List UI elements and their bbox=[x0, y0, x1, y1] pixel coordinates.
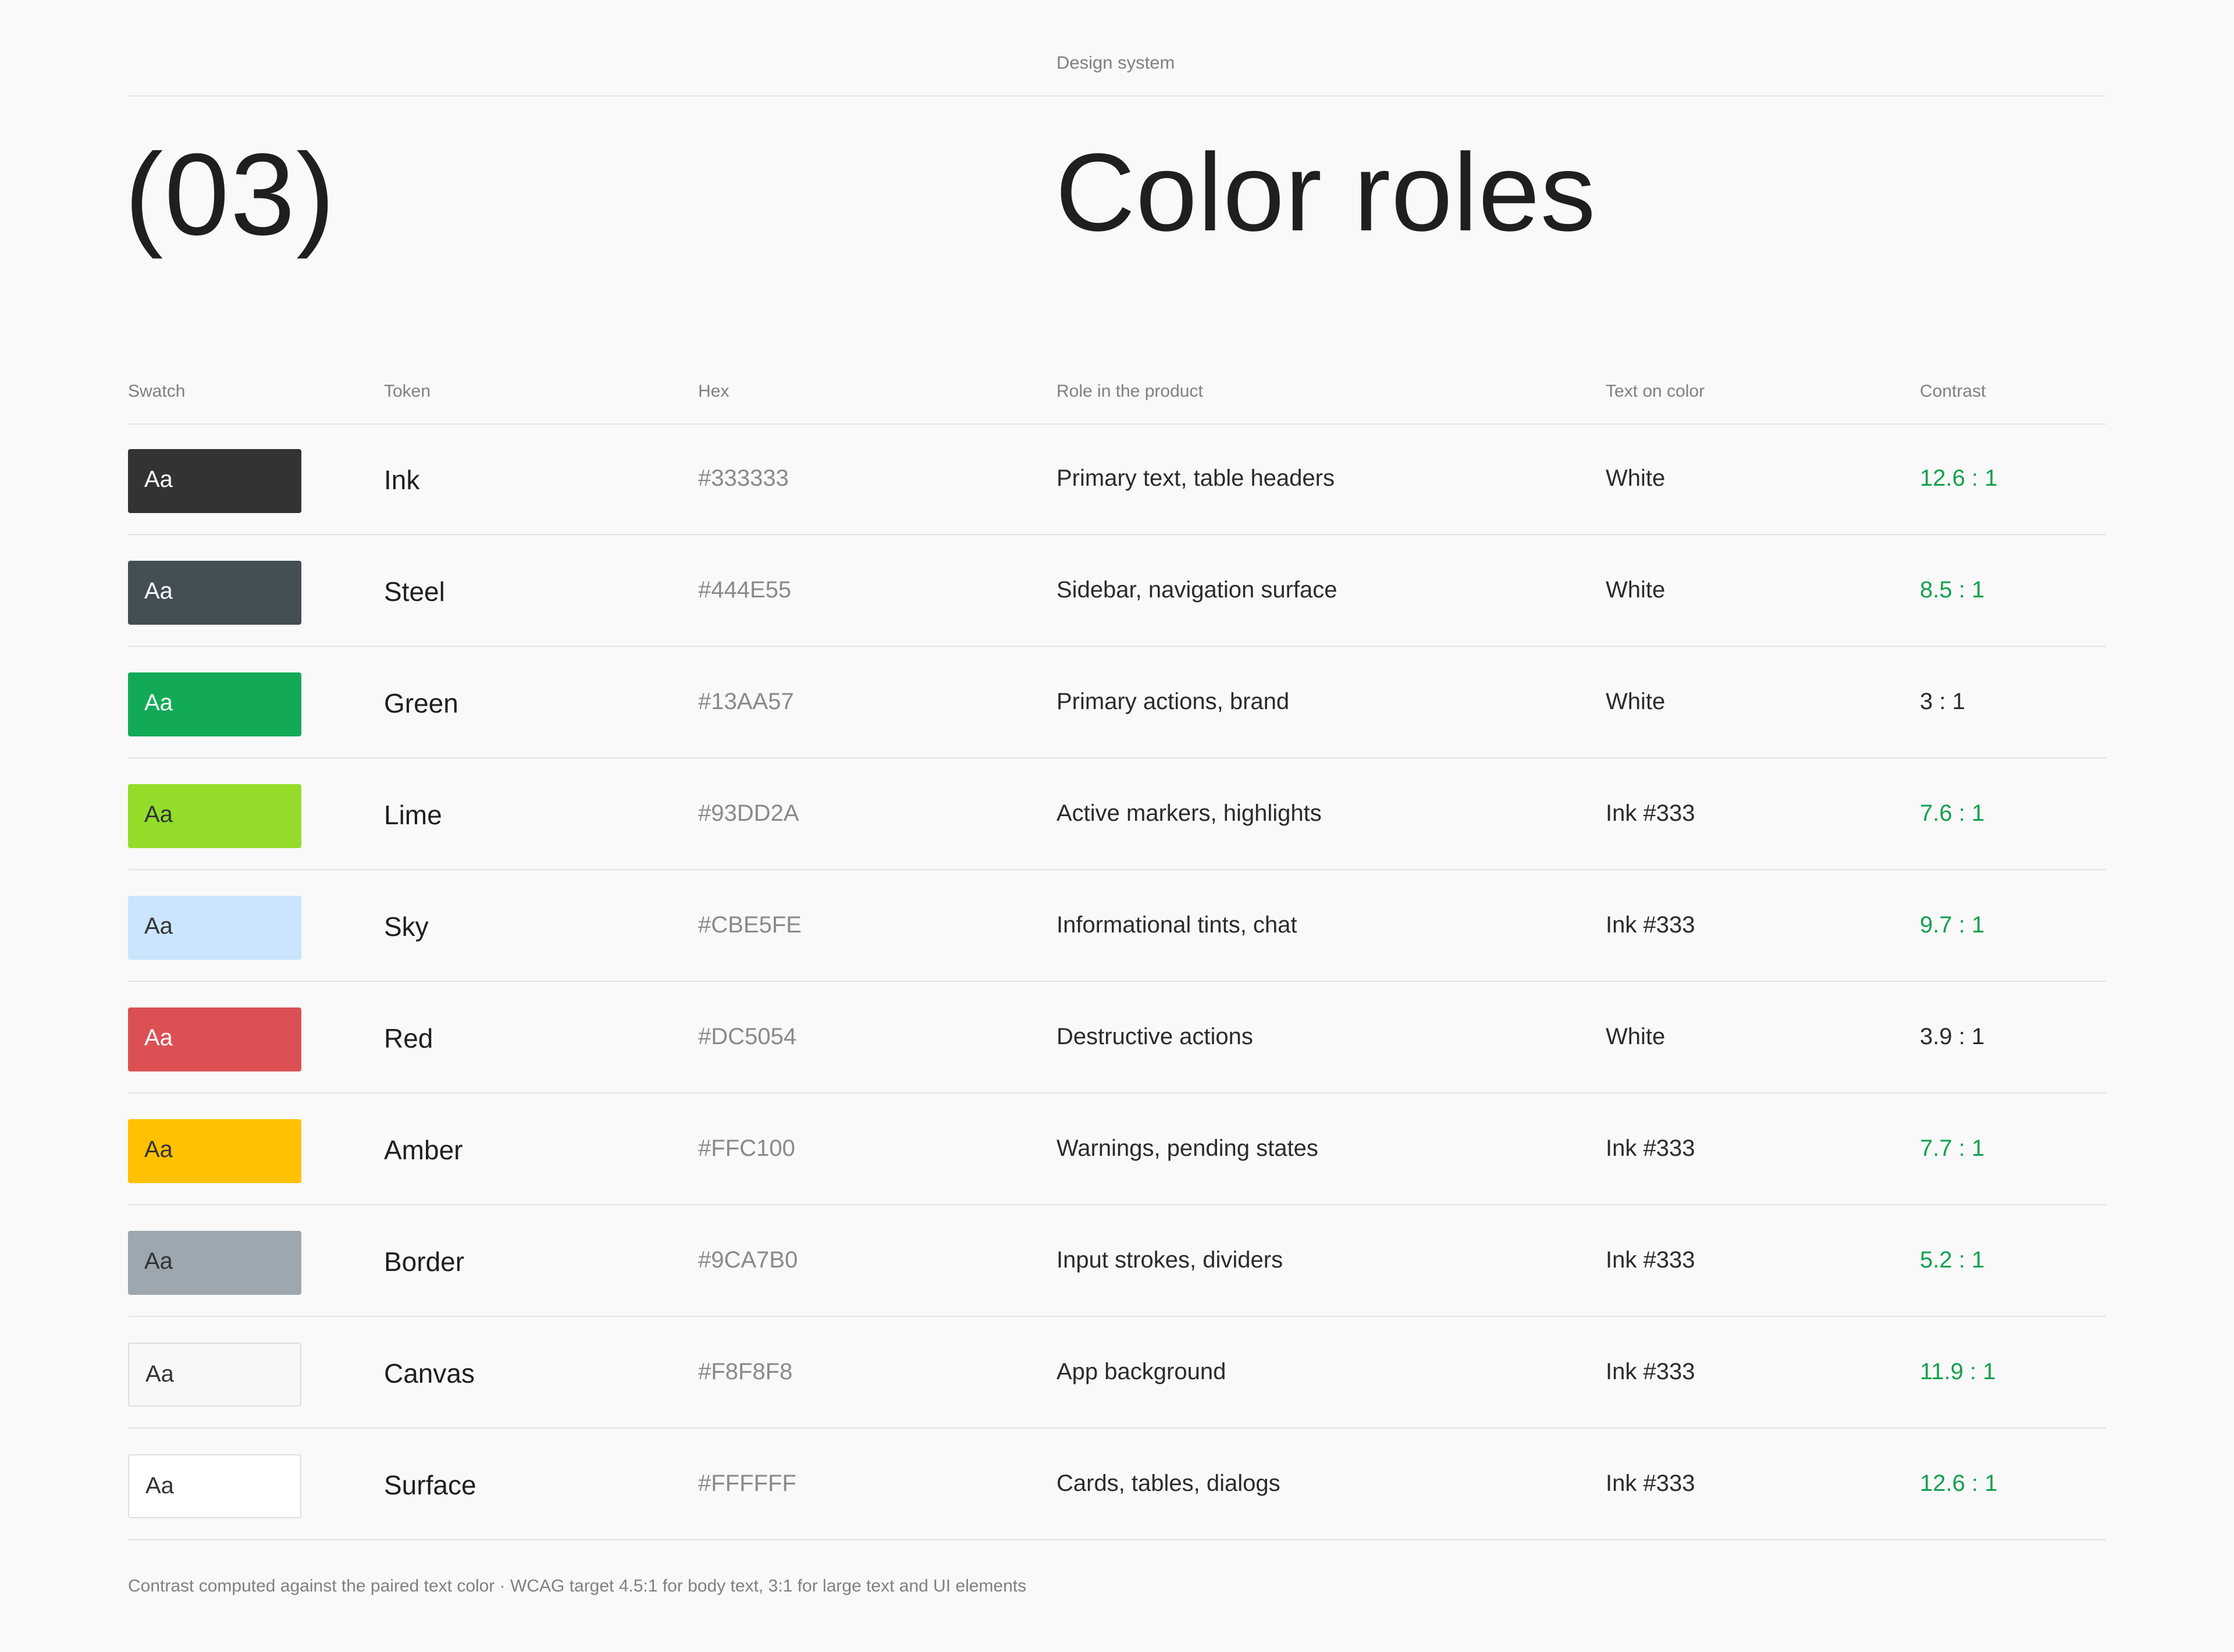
color-swatch: Aa bbox=[128, 1119, 301, 1183]
contrast-ratio: 3.9 : 1 bbox=[1920, 1024, 1985, 1049]
top-bar: Design system bbox=[128, 50, 2106, 97]
color-swatch: Aa bbox=[128, 672, 301, 736]
token-name: Border bbox=[384, 1247, 465, 1277]
text-on-color: Ink #333 bbox=[1606, 1135, 1695, 1161]
swatch-sample-text: Aa bbox=[144, 913, 173, 939]
swatch-sample-text: Aa bbox=[144, 1248, 173, 1274]
column-header-token: Token bbox=[384, 382, 431, 401]
table-row: Aa Ink #333333 Primary text, table headers W… bbox=[128, 423, 2106, 535]
table-row: Aa Steel #444E55 Sidebar, navigation surfac… bbox=[128, 535, 2106, 647]
hex-value: #9CA7B0 bbox=[698, 1247, 798, 1273]
contrast-ratio: 7.7 : 1 bbox=[1920, 1135, 1985, 1161]
role-description: Informational tints, chat bbox=[1056, 912, 1297, 938]
color-swatch: Aa bbox=[128, 449, 301, 513]
hex-value: #333333 bbox=[698, 465, 789, 491]
text-on-color: Ink #333 bbox=[1606, 1247, 1695, 1273]
page-title: Color roles bbox=[1055, 131, 1596, 254]
table-row: Aa Red #DC5054 Destructive actions White 3.9 … bbox=[128, 982, 2106, 1094]
token-name: Canvas bbox=[384, 1358, 475, 1388]
contrast-ratio: 11.9 : 1 bbox=[1920, 1359, 1996, 1384]
color-swatch: Aa bbox=[128, 784, 301, 848]
token-name: Amber bbox=[384, 1135, 463, 1165]
contrast-ratio: 8.5 : 1 bbox=[1920, 577, 1985, 603]
token-name: Red bbox=[384, 1023, 433, 1053]
column-header-contrast: Contrast bbox=[1920, 382, 1986, 401]
hex-value: #CBE5FE bbox=[698, 912, 802, 938]
swatch-sample-text: Aa bbox=[144, 578, 173, 604]
text-on-color: White bbox=[1606, 577, 1666, 603]
table-row: Aa Sky #CBE5FE Informational tints, chat Ink… bbox=[128, 870, 2106, 982]
text-on-color: White bbox=[1606, 689, 1666, 714]
table-header: Swatch Token Hex Role in the product Tex… bbox=[128, 372, 2106, 425]
swatch-sample-text: Aa bbox=[144, 802, 173, 827]
hex-value: #13AA57 bbox=[698, 689, 794, 714]
contrast-ratio: 12.6 : 1 bbox=[1920, 465, 1998, 491]
contrast-ratio: 5.2 : 1 bbox=[1920, 1247, 1985, 1273]
contrast-ratio: 12.6 : 1 bbox=[1920, 1471, 1998, 1496]
contrast-ratio: 7.6 : 1 bbox=[1920, 800, 1985, 826]
footnote: Contrast computed against the paired tex… bbox=[128, 1576, 1027, 1596]
table-row: Aa Canvas #F8F8F8 App background Ink #333 11.… bbox=[128, 1317, 2106, 1429]
text-on-color: Ink #333 bbox=[1606, 912, 1695, 938]
token-name: Steel bbox=[384, 576, 445, 607]
token-name: Sky bbox=[384, 912, 429, 942]
table-row: Aa Lime #93DD2A Active markers, highlights I… bbox=[128, 759, 2106, 870]
role-description: Sidebar, navigation surface bbox=[1056, 577, 1337, 603]
role-description: Active markers, highlights bbox=[1056, 800, 1322, 826]
contrast-ratio: 9.7 : 1 bbox=[1920, 912, 1985, 938]
token-name: Ink bbox=[384, 465, 420, 495]
hex-value: #93DD2A bbox=[698, 800, 799, 826]
swatch-sample-text: Aa bbox=[144, 1137, 173, 1162]
role-description: Primary text, table headers bbox=[1056, 465, 1335, 491]
column-header-hex: Hex bbox=[698, 382, 730, 401]
page: Design system (03) Color roles Swatch To… bbox=[124, 0, 2106, 1652]
hex-value: #F8F8F8 bbox=[698, 1359, 793, 1384]
role-description: Primary actions, brand bbox=[1056, 689, 1290, 714]
role-description: App background bbox=[1056, 1359, 1226, 1384]
text-on-color: Ink #333 bbox=[1606, 1359, 1695, 1384]
role-description: Cards, tables, dialogs bbox=[1056, 1471, 1280, 1496]
hex-value: #FFFFFF bbox=[698, 1471, 796, 1496]
token-name: Surface bbox=[384, 1470, 476, 1500]
column-header-swatch: Swatch bbox=[128, 382, 186, 401]
table-row: Aa Border #9CA7B0 Input strokes, dividers In… bbox=[128, 1205, 2106, 1317]
role-description: Input strokes, dividers bbox=[1056, 1247, 1283, 1273]
color-swatch: Aa bbox=[128, 1454, 301, 1518]
column-header-text-on-color: Text on color bbox=[1606, 382, 1705, 401]
text-on-color: White bbox=[1606, 1024, 1666, 1049]
table-row: Aa Surface #FFFFFF Cards, tables, dialogs In… bbox=[128, 1429, 2106, 1540]
table-row: Aa Green #13AA57 Primary actions, brand Whit… bbox=[128, 647, 2106, 759]
text-on-color: Ink #333 bbox=[1606, 1471, 1695, 1496]
text-on-color: Ink #333 bbox=[1606, 800, 1695, 826]
color-swatch: Aa bbox=[128, 1343, 301, 1407]
swatch-sample-text: Aa bbox=[145, 1361, 174, 1387]
eyebrow-label: Design system bbox=[1056, 52, 1175, 73]
token-name: Lime bbox=[384, 800, 442, 830]
column-header-role: Role in the product bbox=[1056, 382, 1203, 401]
hex-value: #FFC100 bbox=[698, 1135, 795, 1161]
role-description: Warnings, pending states bbox=[1056, 1135, 1318, 1161]
color-swatch: Aa bbox=[128, 896, 301, 960]
role-description: Destructive actions bbox=[1056, 1024, 1253, 1049]
text-on-color: White bbox=[1606, 465, 1666, 491]
color-swatch: Aa bbox=[128, 1007, 301, 1071]
swatch-sample-text: Aa bbox=[144, 1025, 173, 1051]
token-name: Green bbox=[384, 688, 458, 718]
color-swatch: Aa bbox=[128, 1231, 301, 1295]
color-roles-table: Aa Ink #333333 Primary text, table headers W… bbox=[128, 423, 2106, 1540]
swatch-sample-text: Aa bbox=[144, 690, 173, 715]
swatch-sample-text: Aa bbox=[144, 467, 173, 492]
hex-value: #DC5054 bbox=[698, 1024, 797, 1049]
table-row: Aa Amber #FFC100 Warnings, pending states In… bbox=[128, 1094, 2106, 1205]
color-swatch: Aa bbox=[128, 561, 301, 625]
contrast-ratio: 3 : 1 bbox=[1920, 689, 1965, 714]
hex-value: #444E55 bbox=[698, 577, 792, 603]
swatch-sample-text: Aa bbox=[145, 1473, 174, 1498]
section-number: (03) bbox=[124, 130, 336, 259]
